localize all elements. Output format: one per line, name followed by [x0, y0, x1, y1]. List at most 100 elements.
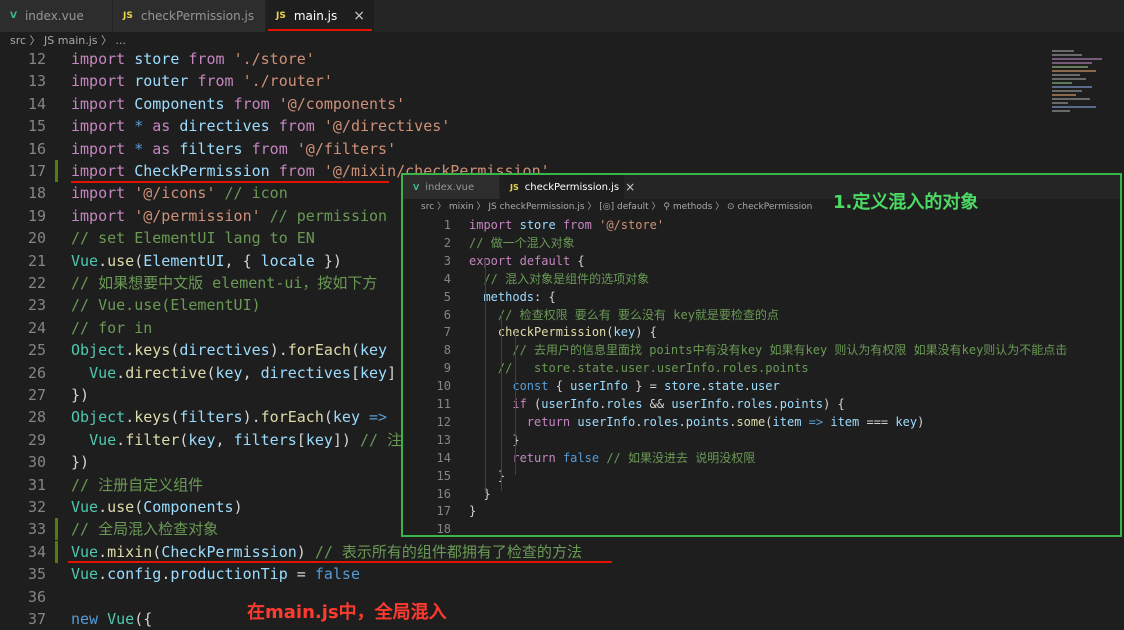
- line-number: 36: [27, 587, 46, 606]
- code-text[interactable]: import Components from '@/components': [71, 93, 405, 115]
- annotation-underline: [268, 29, 372, 31]
- js-file-icon: JS: [123, 11, 133, 21]
- code-text[interactable]: }: [469, 485, 490, 503]
- js-file-icon: JS: [510, 182, 519, 192]
- tab-checkpermission-js[interactable]: JS checkPermission.js: [113, 0, 265, 32]
- overlay-tab-bar: V index.vue JS checkPermission.js ×: [403, 175, 1120, 199]
- code-text[interactable]: export default {: [469, 252, 585, 270]
- code-text[interactable]: // 全局混入检查对象: [71, 518, 218, 540]
- line-number: 30: [27, 453, 46, 472]
- line-number: 33: [27, 520, 46, 539]
- line-number: 13: [27, 72, 46, 91]
- line-number: 7: [443, 325, 451, 340]
- code-text[interactable]: // 做一个混入对象: [469, 234, 575, 252]
- code-text[interactable]: // store.state.user.userInfo.roles.point…: [469, 359, 809, 377]
- indent-guide: [485, 259, 486, 493]
- code-text[interactable]: Object.keys(directives).forEach(key: [71, 339, 387, 361]
- line-number: 24: [27, 318, 46, 337]
- tab-main-js[interactable]: JS main.js ×: [266, 0, 374, 32]
- line-number: 8: [443, 343, 451, 358]
- line-number: 14: [27, 94, 46, 113]
- tab-label: checkPermission.js: [524, 181, 620, 193]
- line-number: 5: [443, 289, 451, 304]
- code-text[interactable]: if (userInfo.roles && userInfo.roles.poi…: [469, 395, 844, 413]
- line-number: 28: [27, 408, 46, 427]
- code-text[interactable]: Vue.directive(key, directives[key]: [71, 362, 396, 384]
- code-text[interactable]: import store from './store': [71, 48, 315, 70]
- code-text[interactable]: // Vue.use(ElementUI): [71, 294, 261, 316]
- line-number: 10: [436, 379, 451, 394]
- code-text[interactable]: // for in: [71, 317, 152, 339]
- line-number: 25: [27, 341, 46, 360]
- vue-file-icon: V: [10, 11, 17, 21]
- line-number: 16: [436, 486, 451, 501]
- line-number: 18: [436, 522, 451, 537]
- code-text[interactable]: // 检查权限 要么有 要么没有 key就是要检查的点: [469, 306, 779, 324]
- code-text[interactable]: import '@/permission' // permission: [71, 205, 387, 227]
- line-number: 2: [443, 235, 451, 250]
- annotation-global-mixin: 在main.js中，全局混入: [247, 602, 447, 623]
- code-text[interactable]: }): [71, 451, 89, 473]
- line-number: 34: [27, 542, 46, 561]
- code-text[interactable]: checkPermission(key) {: [469, 323, 657, 341]
- code-text[interactable]: import * as directives from '@/directive…: [71, 115, 450, 137]
- line-number: 37: [27, 610, 46, 628]
- line-number: 11: [436, 397, 451, 411]
- tab-index-vue[interactable]: V index.vue: [0, 0, 112, 32]
- code-text[interactable]: import store from '@/store': [469, 216, 664, 234]
- line-number: 13: [436, 432, 451, 447]
- line-number: 3: [443, 253, 451, 268]
- code-text[interactable]: import '@/icons' // icon: [71, 182, 288, 204]
- git-change-marker: [55, 160, 58, 182]
- code-text[interactable]: return userInfo.roles.points.some(item =…: [469, 413, 925, 431]
- code-text[interactable]: new Vue({: [71, 608, 152, 630]
- line-number: 18: [27, 184, 46, 203]
- line-number: 12: [436, 414, 451, 429]
- code-text[interactable]: Vue.filter(key, filters[key]) // 注: [71, 429, 402, 451]
- line-number: 31: [27, 475, 46, 494]
- code-text[interactable]: // 去用户的信息里面找 points中有没有key 如果有key 则认为有权限…: [469, 341, 1067, 359]
- close-tab-icon[interactable]: ×: [353, 8, 365, 24]
- code-text[interactable]: // 注册自定义组件: [71, 474, 203, 496]
- code-text[interactable]: // set ElementUI lang to EN: [71, 227, 315, 249]
- line-number: 35: [27, 565, 46, 584]
- code-text[interactable]: }: [469, 431, 519, 449]
- tab-label: main.js: [293, 9, 338, 23]
- code-text[interactable]: import * as filters from '@/filters': [71, 138, 396, 160]
- indent-guide: [515, 331, 516, 475]
- code-text[interactable]: // 如果想要中文版 element-ui，按如下方: [71, 272, 377, 294]
- code-text[interactable]: import router from './router': [71, 70, 333, 92]
- tab-label: index.vue: [24, 9, 84, 23]
- line-number: 26: [27, 363, 46, 382]
- line-number: 27: [27, 386, 46, 404]
- close-tab-icon[interactable]: ×: [625, 180, 635, 194]
- code-text[interactable]: methods: {: [469, 288, 555, 306]
- overlay-tab-checkpermission-js[interactable]: JS checkPermission.js ×: [500, 175, 635, 199]
- line-number: 21: [27, 251, 46, 270]
- line-number: 17: [436, 504, 451, 519]
- minimap[interactable]: [1046, 48, 1124, 168]
- line-number: 32: [27, 498, 46, 516]
- line-number: 20: [27, 229, 46, 248]
- line-number: 14: [436, 450, 451, 465]
- line-number: 9: [443, 361, 451, 376]
- code-text[interactable]: }: [469, 502, 476, 520]
- code-text[interactable]: Vue.mixin(CheckPermission) // 表示所有的组件都拥有…: [71, 541, 582, 563]
- overlay-breadcrumb[interactable]: src 〉 mixin 〉 JS checkPermission.js 〉 [◎…: [403, 199, 812, 215]
- annotation-define-mixin: 1.定义混入的对象: [833, 192, 979, 213]
- code-text[interactable]: Vue.use(Components): [71, 496, 243, 518]
- line-number: 1: [443, 218, 451, 232]
- git-change-marker: [55, 518, 58, 541]
- checkpermission-overlay-panel: V index.vue JS checkPermission.js × src …: [401, 173, 1122, 537]
- code-text[interactable]: // 混入对象是组件的选项对象: [469, 270, 649, 288]
- overlay-tab-index-vue[interactable]: V index.vue: [403, 175, 499, 199]
- code-text[interactable]: }: [469, 467, 505, 485]
- code-text[interactable]: Vue.use(ElementUI, { locale }): [71, 250, 342, 272]
- code-text[interactable]: return false // 如果没进去 说明没权限: [469, 449, 755, 467]
- js-file-icon: JS: [276, 11, 286, 21]
- line-number: 15: [27, 117, 46, 136]
- line-number: 6: [443, 307, 451, 322]
- code-text[interactable]: }): [71, 384, 89, 406]
- code-text[interactable]: Vue.config.productionTip = false: [71, 563, 360, 585]
- code-text[interactable]: Object.keys(filters).forEach(key =>: [71, 406, 387, 428]
